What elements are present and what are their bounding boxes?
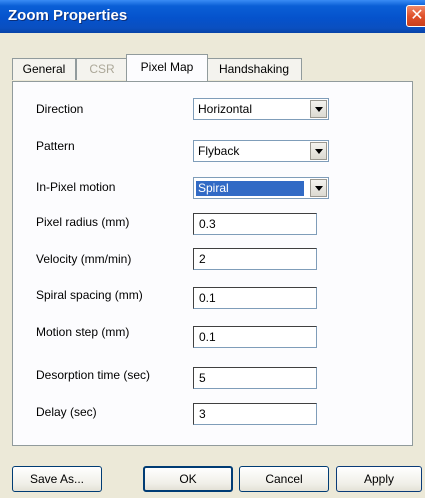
chevron-down-icon[interactable] (310, 100, 327, 118)
title-bar[interactable]: Zoom Properties ✕ (0, 0, 425, 33)
in-pixel-motion-label: In-Pixel motion (36, 180, 116, 194)
in-pixel-motion-select[interactable]: Spiral (193, 177, 329, 199)
tab-label: Handshaking (218, 62, 290, 76)
direction-value: Horizontal (198, 102, 253, 116)
tab-label: CSR (89, 62, 115, 76)
pixel-map-panel: Direction Horizontal Pattern Flyback In-… (12, 81, 413, 446)
in-pixel-motion-value: Spiral (196, 181, 304, 196)
cancel-button[interactable]: Cancel (239, 466, 329, 492)
zoom-properties-dialog: Zoom Properties ✕ General CSR Pixel Map … (0, 0, 425, 498)
velocity-field[interactable]: 2 (193, 248, 317, 270)
pixel-radius-label: Pixel radius (mm) (36, 215, 130, 229)
spiral-spacing-label: Spiral spacing (mm) (36, 288, 143, 302)
chevron-down-icon[interactable] (310, 179, 327, 197)
desorption-time-field[interactable]: 5 (193, 367, 317, 389)
close-icon: ✕ (410, 7, 424, 24)
pattern-select[interactable]: Flyback (193, 140, 329, 162)
dialog-title: Zoom Properties (8, 7, 128, 24)
direction-label: Direction (36, 102, 84, 116)
desorption-time-label: Desorption time (sec) (36, 368, 151, 382)
delay-label: Delay (sec) (36, 405, 97, 419)
tab-general[interactable]: General (12, 58, 76, 80)
motion-step-label: Motion step (mm) (36, 325, 130, 339)
chevron-down-icon[interactable] (310, 142, 327, 160)
close-button[interactable]: ✕ (406, 5, 425, 27)
delay-field[interactable]: 3 (193, 403, 317, 425)
tab-label: Pixel Map (140, 60, 194, 74)
tab-pixel-map[interactable]: Pixel Map (126, 54, 208, 81)
pattern-label: Pattern (36, 139, 75, 153)
tab-csr: CSR (76, 58, 128, 80)
velocity-label: Velocity (mm/min) (36, 252, 132, 266)
tab-handshaking[interactable]: Handshaking (206, 58, 302, 80)
direction-select[interactable]: Horizontal (193, 98, 329, 120)
spiral-spacing-field[interactable]: 0.1 (193, 287, 317, 309)
apply-button[interactable]: Apply (336, 466, 422, 492)
ok-button[interactable]: OK (143, 466, 233, 492)
tab-label: General (22, 62, 66, 76)
save-as-button[interactable]: Save As... (12, 466, 102, 492)
pixel-radius-field[interactable]: 0.3 (193, 213, 317, 235)
motion-step-field[interactable]: 0.1 (193, 326, 317, 348)
pattern-value: Flyback (198, 144, 240, 158)
